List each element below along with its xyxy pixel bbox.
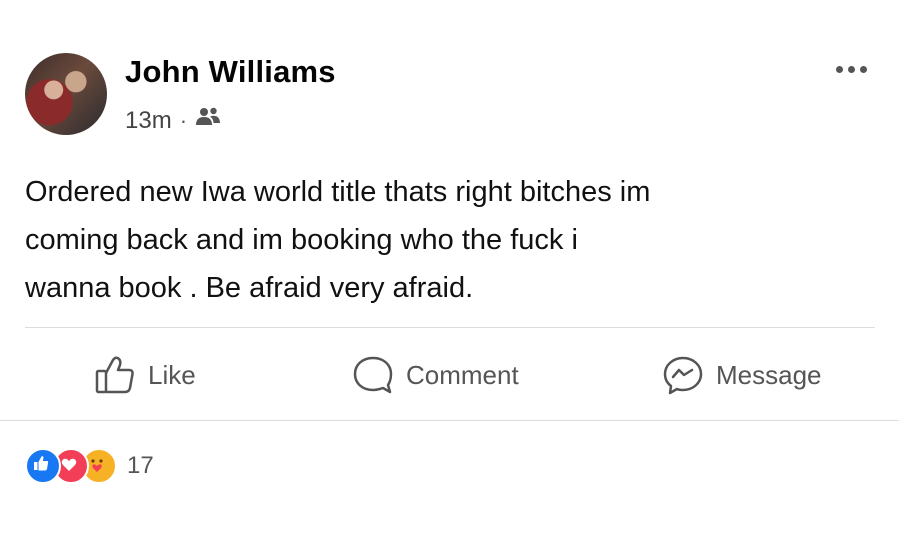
like-button[interactable]: Like — [94, 353, 196, 397]
reactions-summary[interactable]: 17 — [25, 448, 154, 484]
post-card: John Williams 13m · Ordered new Iwa worl… — [0, 0, 899, 544]
meta-separator: · — [179, 107, 188, 133]
like-reaction-icon — [25, 448, 61, 484]
post-text-line: wanna book . Be afraid very afraid. — [25, 272, 474, 304]
message-label: Message — [716, 359, 822, 390]
author-name[interactable]: John Williams — [125, 54, 336, 90]
thumbs-up-icon — [94, 355, 136, 395]
comment-bubble-icon — [352, 355, 394, 395]
post-text-line: coming back and im booking who the fuck … — [25, 224, 578, 256]
divider — [0, 420, 899, 421]
post-meta: 13m · — [125, 106, 221, 135]
reaction-count: 17 — [127, 452, 154, 479]
friends-icon — [195, 106, 221, 135]
message-button[interactable]: Message — [662, 353, 822, 397]
divider — [25, 327, 875, 328]
messenger-icon — [662, 355, 704, 395]
comment-button[interactable]: Comment — [352, 353, 519, 397]
avatar[interactable] — [25, 53, 107, 135]
post-time[interactable]: 13m — [125, 107, 172, 135]
comment-label: Comment — [406, 359, 519, 390]
more-options-icon[interactable] — [836, 66, 867, 73]
post-text-line: Ordered new Iwa world title thats right … — [25, 176, 651, 208]
post-text: Ordered new Iwa world title thats right … — [25, 168, 885, 312]
like-label: Like — [148, 359, 196, 390]
